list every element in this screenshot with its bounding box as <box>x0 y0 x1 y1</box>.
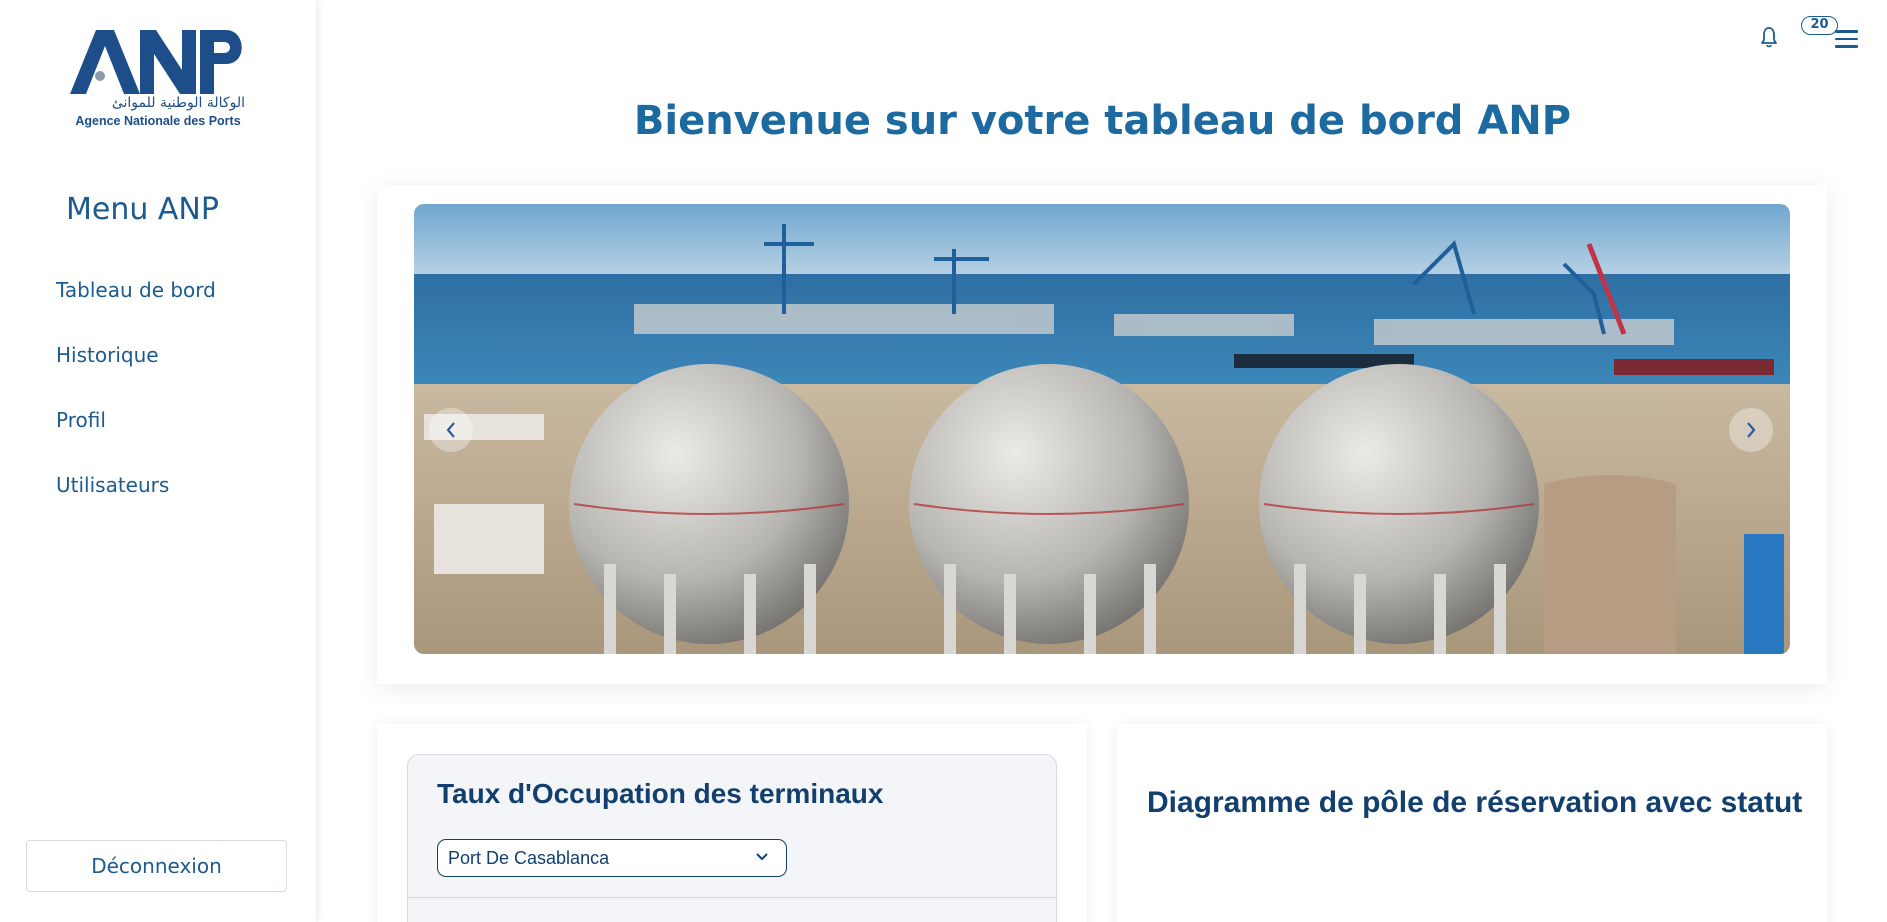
chevron-right-icon <box>1747 422 1756 438</box>
sidebar-item-historique[interactable]: Historique <box>56 343 216 408</box>
bell-icon[interactable] <box>1760 26 1778 48</box>
logout-button[interactable]: Déconnexion <box>26 840 287 892</box>
chevron-left-icon <box>446 422 455 438</box>
menu-title: Menu ANP <box>66 192 219 227</box>
logo-subtitle: Agence Nationale des Ports <box>75 114 241 128</box>
hamburger-icon[interactable] <box>1835 30 1858 48</box>
diagram-card <box>1117 724 1827 922</box>
logo-arabic-text: الوكالة الوطنية للموانئ <box>111 95 245 111</box>
sidebar-item-tableau-de-bord[interactable]: Tableau de bord <box>56 278 216 343</box>
sidebar-item-utilisateurs[interactable]: Utilisateurs <box>56 473 216 538</box>
app-root: الوكالة الوطنية للموانئ Agence Nationale… <box>0 0 1887 922</box>
carousel-next-button[interactable] <box>1729 408 1773 452</box>
diagram-title: Diagramme de pôle de réservation avec st… <box>1147 786 1803 819</box>
chevron-down-icon <box>756 853 768 861</box>
panel-divider <box>407 897 1057 898</box>
sidebar-item-profil[interactable]: Profil <box>56 408 216 473</box>
sidebar: الوكالة الوطنية للموانئ Agence Nationale… <box>0 0 317 922</box>
port-select[interactable]: Port De Casablanca <box>437 839 787 877</box>
carousel-prev-button[interactable] <box>429 408 473 452</box>
notification-badge: 20 <box>1801 16 1838 35</box>
page-title: Bienvenue sur votre tableau de bord ANP <box>633 98 1572 144</box>
carousel-image <box>414 204 1790 654</box>
port-select-value: Port De Casablanca <box>448 848 610 868</box>
occupancy-title: Taux d'Occupation des terminaux <box>437 778 884 809</box>
sidebar-nav: Tableau de bord Historique Profil Utilis… <box>56 278 216 538</box>
